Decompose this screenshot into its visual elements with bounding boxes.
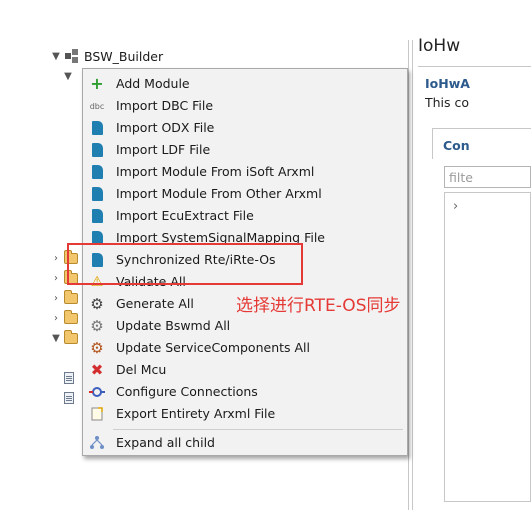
editor-title: IoHw	[418, 36, 461, 56]
panel-divider	[408, 40, 409, 510]
update-icon: ⚙	[90, 316, 104, 335]
tree-file-row[interactable]	[64, 388, 74, 408]
section-description: This co	[425, 95, 470, 110]
tree-folder-row[interactable]: ›	[50, 308, 78, 328]
menu-item-import-isoft-arxml[interactable]: Import Module From iSoft Arxml	[83, 161, 407, 183]
menu-item-import-ecuextract[interactable]: Import EcuExtract File	[83, 205, 407, 227]
service-update-icon: ⚙	[90, 338, 104, 357]
menu-separator	[113, 429, 403, 430]
chevron-down-icon[interactable]: ▼	[50, 332, 62, 344]
chevron-right-icon[interactable]: ›	[453, 199, 458, 214]
menu-item-import-odx[interactable]: Import ODX File	[83, 117, 407, 139]
import-icon	[89, 142, 105, 158]
chevron-down-icon[interactable]: ▼	[50, 50, 62, 62]
gear-icon: ⚙	[90, 294, 104, 313]
project-icon	[65, 49, 79, 63]
menu-item-export-arxml[interactable]: Export Entirety Arxml File	[83, 403, 407, 425]
tab-con[interactable]: Con	[432, 128, 531, 159]
annotation-highlight-box	[67, 243, 303, 285]
menu-item-import-ldf[interactable]: Import LDF File	[83, 139, 407, 161]
annotation-text: 选择进行RTE-OS同步	[236, 296, 401, 316]
file-icon	[64, 392, 74, 404]
import-icon	[89, 120, 105, 136]
import-icon	[89, 208, 105, 224]
tab-label: Con	[443, 138, 470, 153]
tree-file-row[interactable]	[64, 368, 74, 388]
section-title: IoHwA	[425, 76, 470, 91]
chevron-down-icon[interactable]: ▼	[62, 70, 74, 82]
tree-folder-row[interactable]: ›	[50, 288, 78, 308]
tree-viewer[interactable]: ›	[444, 192, 531, 502]
menu-item-del-mcu[interactable]: ✖ Del Mcu	[83, 359, 407, 381]
chevron-right-icon[interactable]: ›	[50, 292, 62, 304]
folder-icon	[64, 289, 78, 304]
panel-divider	[412, 40, 413, 510]
import-icon	[89, 186, 105, 202]
chevron-right-icon[interactable]: ›	[50, 312, 62, 324]
export-icon	[89, 406, 105, 422]
title-separator	[418, 66, 531, 67]
menu-item-import-dbc[interactable]: dbc Import DBC File	[83, 95, 407, 117]
dbc-icon: dbc	[89, 101, 105, 111]
tree-root-row[interactable]: ▼ BSW_Builder	[50, 46, 163, 66]
import-icon	[89, 164, 105, 180]
chevron-right-icon[interactable]: ›	[50, 272, 62, 284]
menu-item-update-bswmd[interactable]: ⚙ Update Bswmd All	[83, 315, 407, 337]
expand-tree-icon	[89, 435, 105, 451]
menu-item-update-servicecomponents[interactable]: ⚙ Update ServiceComponents All	[83, 337, 407, 359]
menu-item-add-module[interactable]: + Add Module	[83, 73, 407, 95]
menu-item-configure-connections[interactable]: Configure Connections	[83, 381, 407, 403]
filter-input[interactable]: filte	[444, 166, 531, 188]
connection-icon	[89, 384, 105, 400]
delete-icon: ✖	[90, 360, 104, 379]
menu-item-expand-all-child[interactable]: Expand all child	[83, 432, 407, 454]
filter-placeholder: filte	[449, 170, 473, 185]
chevron-right-icon[interactable]: ›	[50, 252, 62, 264]
tree-folder-row[interactable]: ▼	[50, 328, 78, 348]
folder-icon	[64, 329, 78, 344]
folder-icon	[64, 309, 78, 324]
menu-item-import-other-arxml[interactable]: Import Module From Other Arxml	[83, 183, 407, 205]
tree-child-row[interactable]: ▼	[62, 66, 74, 86]
file-icon	[64, 372, 74, 384]
add-icon: +	[90, 74, 104, 93]
tree-root-label: BSW_Builder	[84, 48, 164, 64]
